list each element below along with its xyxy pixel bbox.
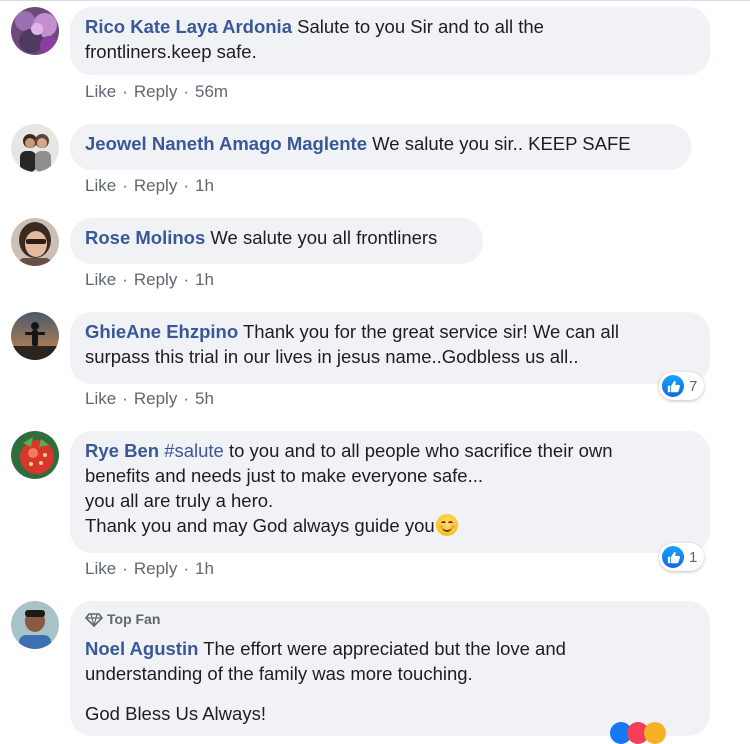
comment-author[interactable]: Rico Kate Laya Ardonia — [85, 16, 292, 37]
separator: · — [183, 389, 189, 408]
like-link[interactable]: Like — [85, 82, 116, 101]
top-fan-badge: Top Fan — [85, 607, 694, 632]
diamond-icon — [85, 612, 103, 627]
timestamp[interactable]: 56m — [195, 82, 228, 101]
thumbs-up-icon — [662, 546, 684, 568]
avatar[interactable] — [11, 124, 59, 172]
separator: · — [183, 559, 189, 578]
comment-text-line: The effort were appreciated but the love… — [203, 638, 566, 659]
like-link[interactable]: Like — [85, 389, 116, 408]
comment-text-line: benefits and needs just to make everyone… — [85, 465, 483, 486]
comment-bubble: Jeowel Naneth Amago Maglente We salute y… — [70, 124, 691, 170]
comment-text-line: you all are truly a hero. — [85, 490, 274, 511]
comment-author[interactable]: GhieAne Ehzpino — [85, 321, 238, 342]
comment-text-line: We salute you sir.. KEEP SAFE — [372, 133, 631, 154]
comment-text-line: to you and to all people who sacrifice t… — [228, 440, 613, 461]
avatar[interactable] — [11, 312, 59, 360]
separator: · — [183, 82, 189, 101]
hashtag-link[interactable]: #salute — [164, 440, 224, 461]
separator: · — [122, 559, 128, 578]
timestamp[interactable]: 1h — [195, 559, 214, 578]
comment-author[interactable]: Rye Ben — [85, 440, 159, 461]
comment-bubble: Rye Ben #salute to you and to all people… — [70, 431, 710, 553]
reply-link[interactable]: Reply — [134, 559, 177, 578]
comment-actions: Like · Reply · 5h — [85, 389, 214, 409]
comment-text-line: frontliners.keep safe. — [85, 41, 257, 62]
comment-actions: Like · Reply · 1h — [85, 176, 214, 196]
comment-text-line: surpass this trial in our lives in jesus… — [85, 346, 579, 367]
like-link[interactable]: Like — [85, 270, 116, 289]
comment-author[interactable]: Rose Molinos — [85, 227, 205, 248]
comment-bubble: GhieAne Ehzpino Thank you for the great … — [70, 312, 710, 384]
top-fan-label: Top Fan — [107, 611, 161, 627]
comment-author[interactable]: Jeowel Naneth Amago Maglente — [85, 133, 367, 154]
comment-actions: Like · Reply · 56m — [85, 82, 228, 102]
reaction-summary[interactable]: 1 — [659, 543, 705, 571]
timestamp[interactable]: 1h — [195, 270, 214, 289]
comment-text-line: Thank you for the great service sir! We … — [242, 321, 619, 342]
comment-bubble: Rose Molinos We salute you all frontline… — [70, 218, 483, 264]
comment-author[interactable]: Noel Agustin — [85, 638, 198, 659]
comment-text: Rico Kate Laya Ardonia Salute to you Sir… — [85, 14, 694, 64]
care-icon — [644, 722, 666, 744]
separator: · — [122, 389, 128, 408]
top-divider — [0, 0, 750, 1]
comment-actions: Like · Reply · 1h — [85, 270, 214, 290]
comment-text-line: Thank you and may God always guide you — [85, 515, 435, 536]
separator: · — [122, 270, 128, 289]
separator: · — [183, 176, 189, 195]
reply-link[interactable]: Reply — [134, 82, 177, 101]
like-link[interactable]: Like — [85, 559, 116, 578]
reaction-count: 1 — [689, 548, 698, 566]
like-link[interactable]: Like — [85, 176, 116, 195]
timestamp[interactable]: 5h — [195, 389, 214, 408]
reply-link[interactable]: Reply — [134, 389, 177, 408]
reply-link[interactable]: Reply — [134, 270, 177, 289]
comment-bubble: Rico Kate Laya Ardonia Salute to you Sir… — [70, 7, 710, 75]
reply-link[interactable]: Reply — [134, 176, 177, 195]
avatar[interactable] — [11, 7, 59, 55]
reaction-count: 7 — [689, 377, 698, 395]
comment-actions: Like · Reply · 1h — [85, 559, 214, 579]
comment-text-line: God Bless Us Always! — [85, 703, 266, 724]
avatar[interactable] — [11, 431, 59, 479]
smiling-face-icon — [435, 514, 458, 536]
comment-bubble: Top Fan Noel Agustin The effort were app… — [70, 601, 710, 736]
reaction-summary[interactable]: 7 — [659, 372, 705, 400]
separator: · — [183, 270, 189, 289]
thumbs-up-icon — [662, 375, 684, 397]
reaction-icons-partial[interactable] — [610, 722, 710, 744]
timestamp[interactable]: 1h — [195, 176, 214, 195]
avatar[interactable] — [11, 218, 59, 266]
comment-text-line: Salute to you Sir and to all the — [297, 16, 544, 37]
comment-text: Noel Agustin The effort were appreciated… — [85, 636, 694, 726]
comment-text-line: understanding of the family was more tou… — [85, 663, 473, 684]
comment-text-line: We salute you all frontliners — [210, 227, 438, 248]
separator: · — [122, 82, 128, 101]
separator: · — [122, 176, 128, 195]
avatar[interactable] — [11, 601, 59, 649]
